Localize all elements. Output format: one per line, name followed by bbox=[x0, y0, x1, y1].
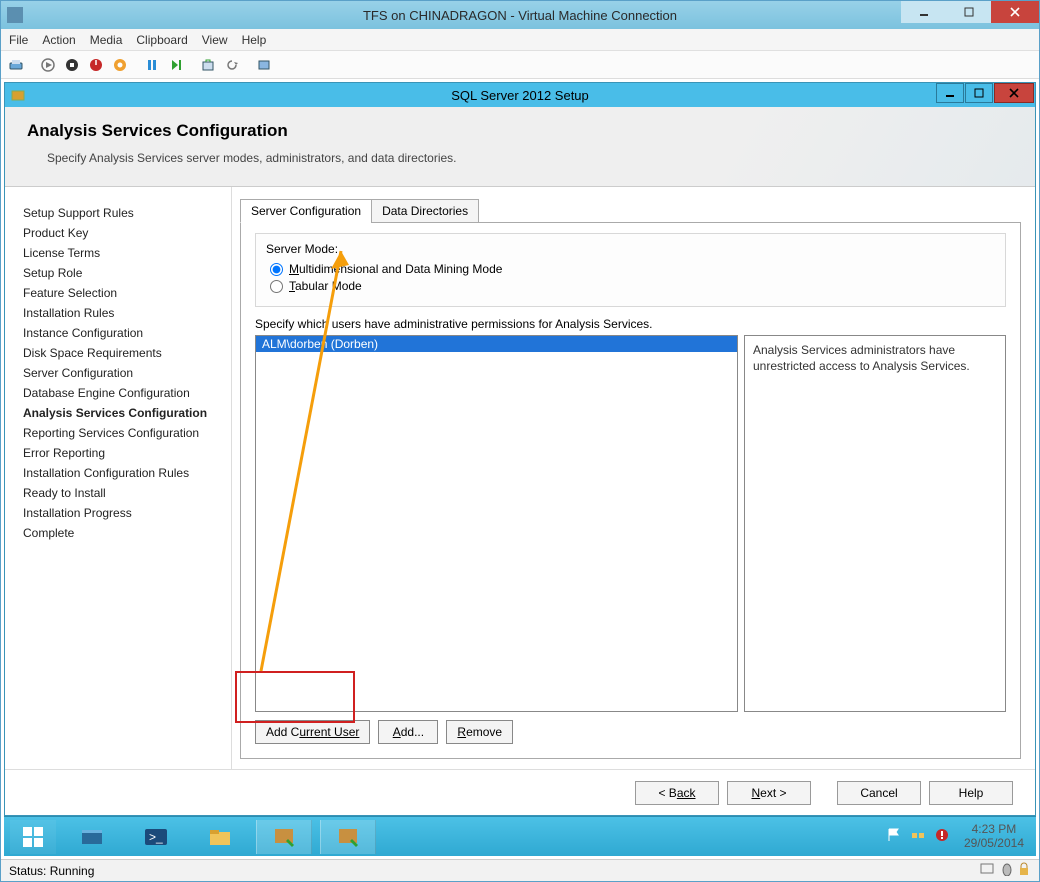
tray-flag-icon[interactable] bbox=[886, 827, 902, 846]
task-server-manager-icon[interactable] bbox=[64, 820, 120, 854]
nav-item[interactable]: Server Configuration bbox=[23, 363, 223, 383]
snapshot-icon[interactable] bbox=[197, 54, 219, 76]
taskbar[interactable]: >_ 4:23 PM 29/05/2014 bbox=[4, 816, 1036, 856]
help-button[interactable]: Help bbox=[929, 781, 1013, 805]
side-nav: Setup Support RulesProduct KeyLicense Te… bbox=[5, 187, 231, 769]
page-title: Analysis Services Configuration bbox=[27, 121, 1013, 141]
inner-close-button[interactable] bbox=[994, 83, 1034, 103]
admin-users-list[interactable]: ALM\dorben (Dorben) bbox=[255, 335, 738, 712]
menu-file[interactable]: File bbox=[9, 33, 28, 47]
nav-item[interactable]: Reporting Services Configuration bbox=[23, 423, 223, 443]
outer-menu: File Action Media Clipboard View Help bbox=[1, 29, 1039, 51]
status-icons bbox=[980, 862, 1031, 879]
save-icon[interactable] bbox=[109, 54, 131, 76]
tab-strip: Server Configuration Data Directories bbox=[240, 199, 1021, 223]
back-button[interactable]: < Back bbox=[635, 781, 719, 805]
page-subtitle: Specify Analysis Services server modes, … bbox=[47, 151, 1013, 165]
inner-maximize-button[interactable] bbox=[965, 83, 993, 103]
menu-help[interactable]: Help bbox=[242, 33, 267, 47]
pause-icon[interactable] bbox=[141, 54, 163, 76]
status-display-icon bbox=[980, 862, 996, 876]
close-button[interactable] bbox=[991, 1, 1039, 23]
next-button[interactable]: Next > bbox=[727, 781, 811, 805]
tray-date: 29/05/2014 bbox=[964, 837, 1024, 851]
tab-data-directories[interactable]: Data Directories bbox=[371, 199, 479, 223]
tray-network-icon[interactable] bbox=[910, 827, 926, 846]
nav-item[interactable]: Database Engine Configuration bbox=[23, 383, 223, 403]
start-button[interactable] bbox=[10, 820, 56, 854]
nav-item[interactable]: Analysis Services Configuration bbox=[23, 403, 223, 423]
menu-clipboard[interactable]: Clipboard bbox=[136, 33, 187, 47]
reset-icon[interactable] bbox=[165, 54, 187, 76]
list-item[interactable]: ALM\dorben (Dorben) bbox=[256, 336, 737, 352]
radio-tabular[interactable] bbox=[270, 280, 283, 293]
setup-icon bbox=[11, 88, 25, 102]
remove-button[interactable]: Remove bbox=[446, 720, 513, 744]
nav-item[interactable]: Disk Space Requirements bbox=[23, 343, 223, 363]
nav-item[interactable]: Installation Progress bbox=[23, 503, 223, 523]
tab-server-configuration[interactable]: Server Configuration bbox=[240, 199, 372, 223]
nav-item[interactable]: Error Reporting bbox=[23, 443, 223, 463]
wizard-buttons: < Back Next > Cancel Help bbox=[5, 769, 1035, 815]
task-explorer-icon[interactable] bbox=[192, 820, 248, 854]
nav-item[interactable]: License Terms bbox=[23, 243, 223, 263]
tray-alert-icon[interactable] bbox=[934, 827, 950, 846]
menu-media[interactable]: Media bbox=[90, 33, 123, 47]
inner-titlebar[interactable]: SQL Server 2012 Setup bbox=[5, 83, 1035, 107]
tray-time: 4:23 PM bbox=[964, 823, 1024, 837]
minimize-button[interactable] bbox=[901, 1, 946, 23]
cancel-button[interactable]: Cancel bbox=[837, 781, 921, 805]
inner-header: Analysis Services Configuration Specify … bbox=[5, 107, 1035, 187]
start-icon[interactable] bbox=[37, 54, 59, 76]
outer-toolbar bbox=[1, 51, 1039, 79]
status-text: Status: Running bbox=[9, 864, 94, 878]
nav-item[interactable]: Setup Role bbox=[23, 263, 223, 283]
status-lock-icon bbox=[1017, 862, 1031, 876]
task-app2-icon[interactable] bbox=[320, 820, 376, 854]
menu-action[interactable]: Action bbox=[42, 33, 75, 47]
nav-item[interactable]: Product Key bbox=[23, 223, 223, 243]
radio-multidimensional[interactable] bbox=[270, 263, 283, 276]
fullscreen-icon[interactable] bbox=[253, 54, 275, 76]
radio-tabular-label: Tabular Mode bbox=[289, 279, 362, 293]
server-mode-group: Server Mode: Multidimensional and Data M… bbox=[255, 233, 1006, 307]
nav-item[interactable]: Complete bbox=[23, 523, 223, 543]
add-button[interactable]: Add... bbox=[378, 720, 438, 744]
vm-icon bbox=[7, 7, 23, 23]
svg-text:>_: >_ bbox=[149, 830, 163, 844]
nav-item[interactable]: Installation Configuration Rules bbox=[23, 463, 223, 483]
status-mouse-icon bbox=[1000, 862, 1014, 876]
task-app1-icon[interactable] bbox=[256, 820, 312, 854]
statusbar: Status: Running bbox=[1, 859, 1039, 881]
inner-title: SQL Server 2012 Setup bbox=[451, 88, 589, 103]
outer-titlebar[interactable]: TFS on CHINADRAGON - Virtual Machine Con… bbox=[1, 1, 1039, 29]
maximize-button[interactable] bbox=[946, 1, 991, 23]
task-powershell-icon[interactable]: >_ bbox=[128, 820, 184, 854]
nav-item[interactable]: Feature Selection bbox=[23, 283, 223, 303]
permissions-label: Specify which users have administrative … bbox=[255, 317, 1006, 331]
nav-item[interactable]: Ready to Install bbox=[23, 483, 223, 503]
ctrl-alt-del-icon[interactable] bbox=[5, 54, 27, 76]
tray-clock[interactable]: 4:23 PM 29/05/2014 bbox=[958, 821, 1030, 853]
info-box: Analysis Services administrators have un… bbox=[744, 335, 1006, 712]
nav-item[interactable]: Setup Support Rules bbox=[23, 203, 223, 223]
turnoff-icon[interactable] bbox=[61, 54, 83, 76]
radio-multidimensional-label: Multidimensional and Data Mining Mode bbox=[289, 262, 502, 276]
outer-title: TFS on CHINADRAGON - Virtual Machine Con… bbox=[363, 8, 677, 23]
nav-item[interactable]: Installation Rules bbox=[23, 303, 223, 323]
inner-minimize-button[interactable] bbox=[936, 83, 964, 103]
nav-item[interactable]: Instance Configuration bbox=[23, 323, 223, 343]
shutdown-icon[interactable] bbox=[85, 54, 107, 76]
add-current-user-button[interactable]: Add Current User bbox=[255, 720, 370, 744]
revert-icon[interactable] bbox=[221, 54, 243, 76]
server-mode-label: Server Mode: bbox=[266, 242, 995, 256]
menu-view[interactable]: View bbox=[202, 33, 228, 47]
